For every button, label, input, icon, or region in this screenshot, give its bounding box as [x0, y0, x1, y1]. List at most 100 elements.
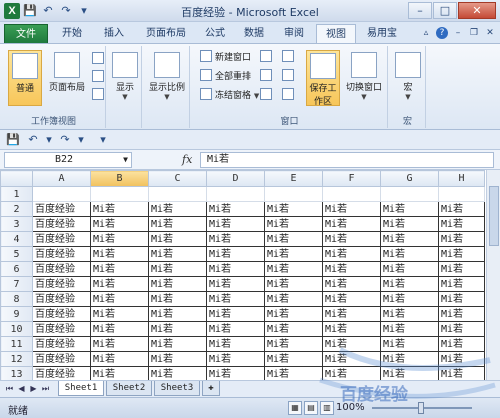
cell[interactable]: Mi若: [322, 336, 381, 352]
cell[interactable]: Mi若: [380, 261, 439, 277]
macros-button[interactable]: 宏 ▼: [393, 50, 423, 106]
cell[interactable]: Mi若: [206, 351, 265, 367]
row-header[interactable]: 11: [0, 336, 33, 352]
scroll-thumb[interactable]: [489, 186, 499, 246]
row-header[interactable]: 5: [0, 246, 33, 262]
cell[interactable]: Mi若: [148, 336, 207, 352]
normal-view-status-icon[interactable]: ▦: [288, 401, 302, 415]
cell[interactable]: Mi若: [148, 276, 207, 292]
cell[interactable]: [322, 186, 381, 202]
vertical-scrollbar[interactable]: [486, 170, 500, 380]
cell[interactable]: Mi若: [438, 246, 485, 262]
cell[interactable]: Mi若: [380, 321, 439, 337]
row-header[interactable]: 7: [0, 276, 33, 292]
sheet-tab-2[interactable]: Sheet2: [106, 381, 152, 396]
column-header-d[interactable]: D: [206, 170, 265, 187]
cell[interactable]: Mi若: [322, 306, 381, 322]
cell[interactable]: [148, 186, 207, 202]
cell[interactable]: Mi若: [206, 231, 265, 247]
tab-view[interactable]: 视图: [316, 24, 356, 43]
minimize-button[interactable]: –: [408, 2, 432, 19]
column-header-h[interactable]: H: [438, 170, 485, 187]
cell[interactable]: Mi若: [380, 216, 439, 232]
cell[interactable]: Mi若: [206, 336, 265, 352]
cell[interactable]: Mi若: [322, 291, 381, 307]
cell[interactable]: 百度经验: [32, 246, 91, 262]
cell[interactable]: Mi若: [206, 261, 265, 277]
qat-redo-icon[interactable]: ↷: [58, 133, 72, 147]
last-sheet-icon[interactable]: ⏭: [40, 383, 51, 395]
cell[interactable]: Mi若: [438, 351, 485, 367]
sync-scrolling-button[interactable]: [282, 69, 297, 86]
cell[interactable]: Mi若: [438, 291, 485, 307]
cell[interactable]: Mi若: [148, 216, 207, 232]
unhide-button[interactable]: [260, 88, 275, 105]
normal-view-button[interactable]: 普通: [8, 50, 42, 106]
page-layout-status-icon[interactable]: ▤: [304, 401, 318, 415]
page-break-status-icon[interactable]: ▥: [320, 401, 334, 415]
cell[interactable]: 百度经验: [32, 321, 91, 337]
custom-views-button[interactable]: [92, 70, 107, 87]
cell[interactable]: Mi若: [264, 366, 323, 380]
cell[interactable]: Mi若: [264, 246, 323, 262]
close-button[interactable]: ✕: [458, 2, 496, 19]
tab-page-layout[interactable]: 页面布局: [138, 24, 194, 43]
cell[interactable]: [438, 186, 485, 202]
insert-function-icon[interactable]: fx: [182, 153, 192, 166]
cell[interactable]: [90, 186, 149, 202]
collapse-ribbon-icon[interactable]: ▵: [420, 27, 432, 39]
first-sheet-icon[interactable]: ⏮: [4, 383, 15, 395]
cell[interactable]: Mi若: [438, 306, 485, 322]
cell[interactable]: 百度经验: [32, 201, 91, 217]
row-header[interactable]: 4: [0, 231, 33, 247]
cell[interactable]: [32, 186, 91, 202]
split-button[interactable]: [260, 50, 275, 67]
cell[interactable]: Mi若: [264, 231, 323, 247]
qat-undo-icon[interactable]: ↶: [26, 133, 40, 147]
cell[interactable]: Mi若: [148, 366, 207, 380]
cell[interactable]: Mi若: [380, 291, 439, 307]
row-header[interactable]: 2: [0, 201, 33, 217]
qat-redo-dropdown-icon[interactable]: ▾: [74, 133, 88, 147]
row-header[interactable]: 12: [0, 351, 33, 367]
prev-sheet-icon[interactable]: ◀: [16, 383, 27, 395]
cell[interactable]: Mi若: [148, 306, 207, 322]
tab-data[interactable]: 数据: [236, 24, 272, 43]
qat-save-icon[interactable]: 💾: [6, 133, 20, 147]
doc-restore-icon[interactable]: ❐: [468, 27, 480, 39]
cell[interactable]: Mi若: [148, 321, 207, 337]
row-header[interactable]: 3: [0, 216, 33, 232]
cell[interactable]: Mi若: [148, 231, 207, 247]
arrange-all-button[interactable]: 全部重排: [200, 69, 251, 86]
cell[interactable]: Mi若: [438, 201, 485, 217]
sheet-tab-3[interactable]: Sheet3: [154, 381, 200, 396]
cell[interactable]: Mi若: [148, 351, 207, 367]
cell[interactable]: Mi若: [438, 321, 485, 337]
cell[interactable]: Mi若: [264, 261, 323, 277]
tab-file[interactable]: 文件: [4, 24, 48, 43]
cell[interactable]: Mi若: [322, 276, 381, 292]
maximize-button[interactable]: □: [433, 2, 457, 19]
row-header[interactable]: 1: [0, 186, 33, 202]
cell[interactable]: Mi若: [264, 306, 323, 322]
cell[interactable]: Mi若: [322, 351, 381, 367]
cell[interactable]: Mi若: [264, 351, 323, 367]
cell[interactable]: Mi若: [206, 276, 265, 292]
sheet-tab-1[interactable]: Sheet1: [58, 381, 104, 396]
cell[interactable]: Mi若: [264, 291, 323, 307]
cell[interactable]: Mi若: [380, 351, 439, 367]
cell[interactable]: 百度经验: [32, 231, 91, 247]
cell[interactable]: Mi若: [380, 201, 439, 217]
worksheet-grid[interactable]: A B C D E F G H 1 2 百度经验 Mi若 Mi若 Mi若 Mi若 Mi若 Mi若…: [0, 170, 486, 380]
cell[interactable]: Mi若: [380, 336, 439, 352]
cell[interactable]: Mi若: [264, 216, 323, 232]
row-header[interactable]: 6: [0, 261, 33, 277]
name-box-dropdown-icon[interactable]: ▼: [123, 153, 128, 167]
cell[interactable]: Mi若: [90, 366, 149, 380]
cell[interactable]: Mi若: [438, 231, 485, 247]
tab-easy-tools[interactable]: 易用宝: [360, 24, 404, 43]
column-header-a[interactable]: A: [32, 170, 91, 187]
cell[interactable]: 百度经验: [32, 216, 91, 232]
row-header[interactable]: 8: [0, 291, 33, 307]
cell[interactable]: Mi若: [90, 246, 149, 262]
